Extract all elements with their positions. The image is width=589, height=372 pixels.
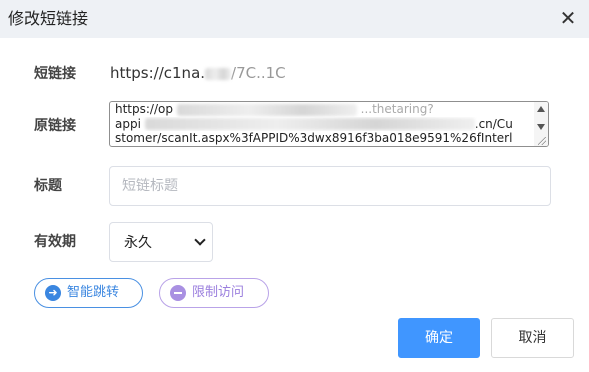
expiry-label: 有效期: [34, 234, 76, 250]
redacted-blur: [144, 118, 475, 130]
short-link-prefix: https://c1na.: [110, 64, 206, 82]
close-icon[interactable]: ✕: [557, 6, 579, 30]
expiry-select-value: 永久: [124, 235, 152, 251]
original-link-line-1: https://op ...thetaring?: [115, 102, 434, 116]
dialog-header: 修改短链接 ✕: [0, 0, 589, 38]
scroll-down-icon[interactable]: [537, 124, 545, 130]
original-link-line-2: appi .cn/Cu: [115, 116, 513, 131]
title-label: 标题: [34, 178, 62, 194]
expiry-select[interactable]: 永久: [109, 222, 213, 262]
smart-jump-label: 智能跳转: [67, 285, 120, 300]
limit-access-label: 限制访问: [192, 285, 245, 300]
original-link-label: 原链接: [34, 118, 76, 134]
original-link-textarea[interactable]: https://op ...thetaring? appi .cn/Cu sto…: [109, 101, 549, 147]
scroll-up-icon[interactable]: [537, 106, 545, 112]
short-link-label: 短链接: [34, 66, 76, 82]
confirm-button[interactable]: 确定: [398, 318, 480, 358]
short-link-suffix: /7C..1C: [231, 64, 286, 82]
smart-jump-button[interactable]: ➜ 智能跳转: [34, 278, 143, 308]
short-link-value: https://c1na. /7C..1C: [110, 63, 286, 83]
limit-access-button[interactable]: 限制访问: [159, 278, 269, 308]
resize-grip-icon[interactable]: [538, 137, 546, 145]
cancel-button[interactable]: 取消: [491, 318, 574, 358]
chevron-down-icon: [194, 234, 206, 246]
redacted-blur: [205, 67, 232, 80]
edit-short-link-dialog: 修改短链接 ✕ 短链接 https://c1na. /7C..1C 原链接 htt…: [0, 0, 589, 372]
original-link-line-3: stomer/scanIt.aspx%3fAPPID%3dwx8916f3ba0…: [115, 131, 513, 145]
arrow-right-circle-icon: ➜: [45, 285, 61, 301]
dialog-title: 修改短链接: [8, 9, 89, 28]
minus-circle-icon: [170, 285, 186, 301]
redacted-blur: [176, 103, 357, 116]
original-link-text: https://op ...thetaring? appi .cn/Cu sto…: [115, 102, 525, 146]
title-input[interactable]: [109, 166, 551, 206]
